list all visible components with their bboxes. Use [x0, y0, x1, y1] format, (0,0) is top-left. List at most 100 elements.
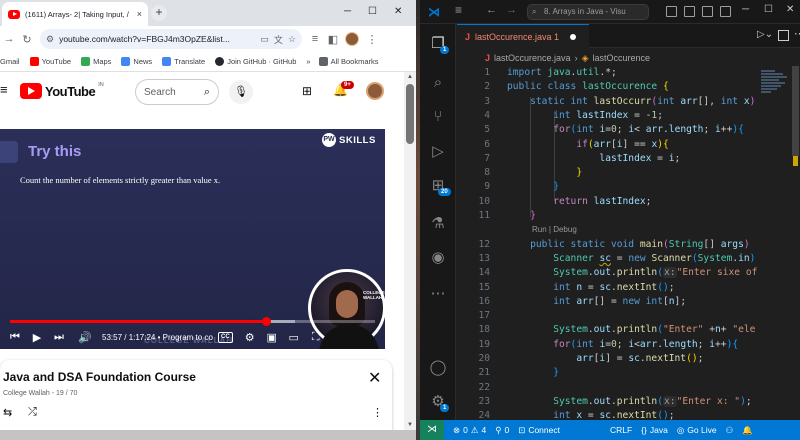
- all-bookmarks-button[interactable]: All Bookmarks: [318, 57, 379, 66]
- minimize-button[interactable]: ─: [344, 5, 351, 19]
- editor-scrollbar[interactable]: [791, 66, 800, 420]
- editor-more-icon[interactable]: ⋯: [794, 27, 800, 40]
- new-tab-button[interactable]: +: [151, 5, 167, 21]
- breadcrumb-symbol[interactable]: lastOccurence: [592, 53, 650, 63]
- bookmarks-overflow-button[interactable]: »: [306, 57, 310, 66]
- code-line: 2 public class lastOccurence {: [484, 81, 669, 93]
- tab-close-icon[interactable]: ×: [137, 9, 142, 19]
- hamburger-menu-icon[interactable]: ≡: [455, 3, 462, 17]
- chapter-title[interactable]: • Program to co: [158, 333, 213, 342]
- close-button[interactable]: ✕: [786, 4, 794, 15]
- language-status[interactable]: {} Java: [641, 425, 668, 435]
- scrubber-handle[interactable]: [261, 317, 271, 326]
- notifications-bell-icon[interactable]: 🔔: [742, 425, 753, 436]
- copilot-icon[interactable]: ⚇: [726, 425, 734, 436]
- search-input[interactable]: Search ⌕: [135, 79, 219, 105]
- translate-icon[interactable]: 文: [274, 33, 283, 46]
- run-debug-icon[interactable]: ▷: [420, 142, 456, 160]
- youtube-logo[interactable]: YouTube IN: [20, 82, 104, 99]
- menu-icon[interactable]: ≡: [0, 82, 8, 97]
- video-player[interactable]: Try this Count the number of elements st…: [0, 129, 385, 349]
- bookmark-youtube[interactable]: YouTube: [29, 57, 71, 66]
- accounts-icon[interactable]: ◯: [420, 358, 456, 376]
- fullscreen-icon[interactable]: ⛶: [305, 331, 327, 344]
- scroll-up-icon[interactable]: ▲: [404, 74, 416, 80]
- bookmark-gmail[interactable]: Gmail: [0, 57, 20, 66]
- bookmark-github[interactable]: Join GitHub · GitHub: [215, 57, 296, 66]
- profile-avatar[interactable]: [345, 32, 359, 46]
- play-icon[interactable]: ▶: [26, 331, 48, 344]
- code-editor[interactable]: 1 import java.util.*; 2 public class lastO…: [457, 66, 757, 420]
- install-app-icon[interactable]: ▭: [260, 34, 269, 45]
- bookmark-maps[interactable]: Maps: [81, 57, 111, 66]
- remote-explorer-icon[interactable]: ◉: [420, 248, 456, 266]
- maximize-button[interactable]: ☐: [764, 4, 773, 15]
- shuffle-icon[interactable]: ⤮: [28, 406, 37, 419]
- captions-button[interactable]: CC: [218, 331, 233, 343]
- testing-flask-icon[interactable]: ⚗: [420, 214, 456, 232]
- site-info-icon[interactable]: ⚙: [46, 34, 54, 45]
- back-arrow-icon[interactable]: ←: [486, 4, 497, 16]
- problems-status[interactable]: ⊗ 0 ⚠ 4: [453, 425, 486, 436]
- forward-arrow-icon[interactable]: →: [0, 33, 18, 45]
- create-video-icon[interactable]: ⊞: [302, 84, 312, 98]
- go-live-status[interactable]: ◎ Go Live: [677, 425, 717, 436]
- toggle-secondary-sidebar-icon[interactable]: [702, 6, 713, 17]
- minimize-button[interactable]: ─: [742, 4, 749, 15]
- more-views-icon[interactable]: ⋯: [420, 284, 456, 302]
- source-control-icon[interactable]: ⑂: [420, 108, 456, 125]
- extensions-icon[interactable]: ≡: [306, 33, 324, 45]
- account-avatar[interactable]: [366, 82, 384, 100]
- scroll-down-icon[interactable]: ▼: [404, 422, 416, 428]
- volume-icon[interactable]: 🔊: [74, 331, 96, 344]
- eol-status[interactable]: CRLF: [610, 425, 632, 435]
- remote-indicator-icon[interactable]: ⋊: [420, 420, 444, 440]
- explorer-icon[interactable]: ❐: [420, 34, 456, 52]
- editor-scroll-thumb[interactable]: [792, 66, 799, 156]
- minimap[interactable]: [757, 66, 791, 420]
- bookmark-news[interactable]: News: [121, 57, 152, 66]
- playlist-title[interactable]: Java and DSA Foundation Course: [3, 370, 196, 384]
- loop-icon[interactable]: ⇆: [3, 406, 12, 419]
- unsaved-dot-icon[interactable]: [570, 33, 577, 40]
- codelens-run-debug[interactable]: Run | Debug: [532, 223, 577, 237]
- toggle-panel-icon[interactable]: [684, 6, 695, 17]
- split-editor-icon[interactable]: [778, 30, 789, 41]
- reload-icon[interactable]: ↻: [18, 33, 36, 46]
- browser-menu-icon[interactable]: ⋮: [363, 33, 381, 46]
- explorer-badge: 1: [440, 46, 450, 54]
- scrollbar-thumb[interactable]: [406, 84, 414, 144]
- previous-icon[interactable]: ⏮: [4, 331, 26, 344]
- more-options-icon[interactable]: ⋮: [372, 406, 383, 419]
- run-java-icon[interactable]: ▷⌄: [757, 29, 773, 40]
- search-icon[interactable]: ⌕: [420, 74, 456, 91]
- manage-gear-icon[interactable]: ⚙: [420, 392, 456, 410]
- microphone-icon[interactable]: 🎙: [229, 80, 253, 104]
- ports-status[interactable]: ⚲ 0: [495, 425, 509, 436]
- connect-status[interactable]: ⊡ Connect: [518, 425, 560, 436]
- settings-gear-icon[interactable]: ⚙: [239, 331, 261, 344]
- browser-tab[interactable]: (1611) Arrays- 2| Taking Input, / ×: [2, 2, 148, 26]
- miniplayer-icon[interactable]: ▣: [261, 331, 283, 344]
- video-progress-bar[interactable]: [10, 317, 375, 326]
- customize-layout-icon[interactable]: [720, 6, 731, 17]
- breadcrumb-file[interactable]: lastOccurence.java: [494, 53, 571, 63]
- theater-mode-icon[interactable]: ▭: [283, 331, 305, 344]
- folder-icon: [318, 57, 328, 66]
- address-bar[interactable]: ⚙ youtube.com/watch?v=FBGJ4m3OpZE&list..…: [40, 29, 302, 49]
- side-panel-icon[interactable]: ◧: [324, 33, 342, 46]
- page-scrollbar[interactable]: ▲ ▼: [404, 72, 416, 430]
- forward-arrow-icon[interactable]: →: [506, 4, 517, 16]
- maximize-button[interactable]: ☐: [368, 5, 377, 19]
- command-center-search[interactable]: ⌕ 8. Arrays in Java - Visu: [527, 4, 649, 20]
- close-window-button[interactable]: ✕: [394, 5, 402, 19]
- bookmark-translate[interactable]: Translate: [162, 57, 205, 66]
- toggle-sidebar-icon[interactable]: [666, 6, 677, 17]
- next-icon[interactable]: ⏭: [48, 331, 70, 344]
- editor-tab-lastoccurence[interactable]: J lastOccurence.java 1: [457, 24, 589, 48]
- search-icon[interactable]: ⌕: [204, 86, 210, 99]
- browser-window: (1611) Arrays- 2| Taking Input, / × + ─ …: [0, 0, 416, 440]
- bookmark-star-icon[interactable]: ☆: [288, 34, 296, 45]
- close-playlist-icon[interactable]: ✕: [368, 368, 381, 388]
- code-line: 9 }: [484, 181, 559, 193]
